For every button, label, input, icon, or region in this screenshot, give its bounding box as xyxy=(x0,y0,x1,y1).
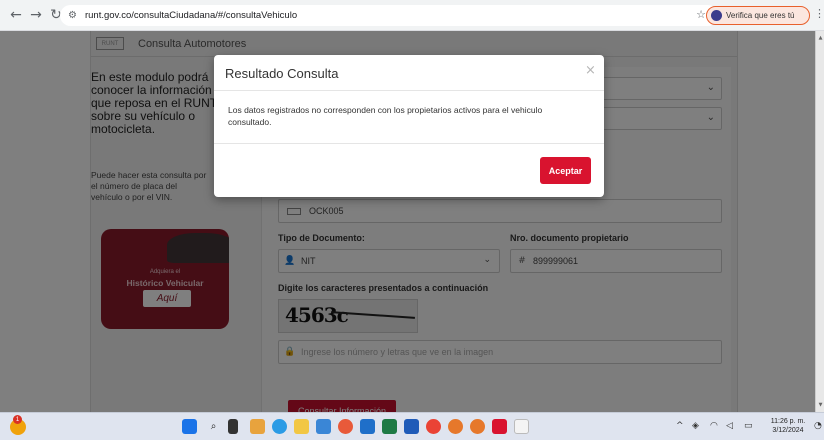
file-explorer-icon[interactable] xyxy=(294,419,309,434)
outlook-icon[interactable] xyxy=(360,419,375,434)
page-scrollbar[interactable]: ▲ ▼ xyxy=(815,31,824,412)
network-app-icon[interactable]: ◈ xyxy=(692,421,699,431)
store-icon[interactable] xyxy=(316,419,331,434)
forward-arrow-icon[interactable]: → xyxy=(26,5,46,25)
edge-icon[interactable] xyxy=(272,419,287,434)
notepad-icon[interactable] xyxy=(514,419,529,434)
profile-avatar-icon xyxy=(711,10,722,21)
app-icon[interactable] xyxy=(338,419,353,434)
browser-toolbar: ← → ↻ ⚙ runt.gov.co/consultaCiudadana/#/… xyxy=(0,0,824,31)
windows-taskbar: 1 ⌕ ^ ◈ ◠ ◁ ▭ 11:26 p. m. 3/12/2024 ◔ xyxy=(0,412,824,440)
modal-title: Resultado Consulta xyxy=(225,66,339,81)
chrome-profile-2-icon[interactable] xyxy=(470,419,485,434)
chrome-icon[interactable] xyxy=(426,419,441,434)
verify-button[interactable]: Verifica que eres tú xyxy=(706,6,810,25)
menu-kebab-icon[interactable]: ⋮ xyxy=(814,7,824,20)
modal-footer: Aceptar xyxy=(214,143,604,197)
excel-icon[interactable] xyxy=(382,419,397,434)
word-icon[interactable] xyxy=(404,419,419,434)
tray-chevron-up-icon[interactable]: ^ xyxy=(676,421,684,431)
chrome-profile-icon[interactable] xyxy=(448,419,463,434)
scroll-down-icon[interactable]: ▼ xyxy=(816,402,824,408)
notifications-bell-icon[interactable]: ◔ xyxy=(814,421,822,431)
result-modal: Resultado Consulta × Los datos registrad… xyxy=(214,55,604,197)
url-text: runt.gov.co/consultaCiudadana/#/consulta… xyxy=(84,10,298,21)
widgets-icon[interactable] xyxy=(250,419,265,434)
clock-time: 11:26 p. m. xyxy=(770,418,806,425)
site-settings-icon[interactable]: ⚙ xyxy=(68,10,77,21)
bookmark-star-icon[interactable]: ☆ xyxy=(696,8,706,21)
search-icon[interactable]: ⌕ xyxy=(206,419,221,434)
wifi-icon[interactable]: ◠ xyxy=(710,421,718,431)
verify-label: Verifica que eres tú xyxy=(726,11,795,20)
address-bar[interactable]: ⚙ runt.gov.co/consultaCiudadana/#/consul… xyxy=(60,5,718,26)
task-view-icon[interactable] xyxy=(228,419,238,434)
scroll-up-icon[interactable]: ▲ xyxy=(816,35,824,41)
weather-widget-icon[interactable]: 1 xyxy=(10,415,26,435)
battery-icon[interactable]: ▭ xyxy=(744,421,753,431)
close-icon[interactable]: × xyxy=(585,63,596,78)
volume-icon[interactable]: ◁ xyxy=(726,421,733,431)
taskbar-clock[interactable]: 11:26 p. m. 3/12/2024 xyxy=(766,417,810,435)
start-icon[interactable] xyxy=(182,419,197,434)
clock-date: 3/12/2024 xyxy=(772,427,804,434)
accept-button[interactable]: Aceptar xyxy=(540,157,591,184)
modal-message: Los datos registrados no corresponden co… xyxy=(228,105,543,127)
modal-header: Resultado Consulta × xyxy=(214,55,604,91)
acrobat-icon[interactable] xyxy=(492,419,507,434)
weather-badge: 1 xyxy=(13,415,22,424)
back-arrow-icon[interactable]: ← xyxy=(6,5,26,25)
